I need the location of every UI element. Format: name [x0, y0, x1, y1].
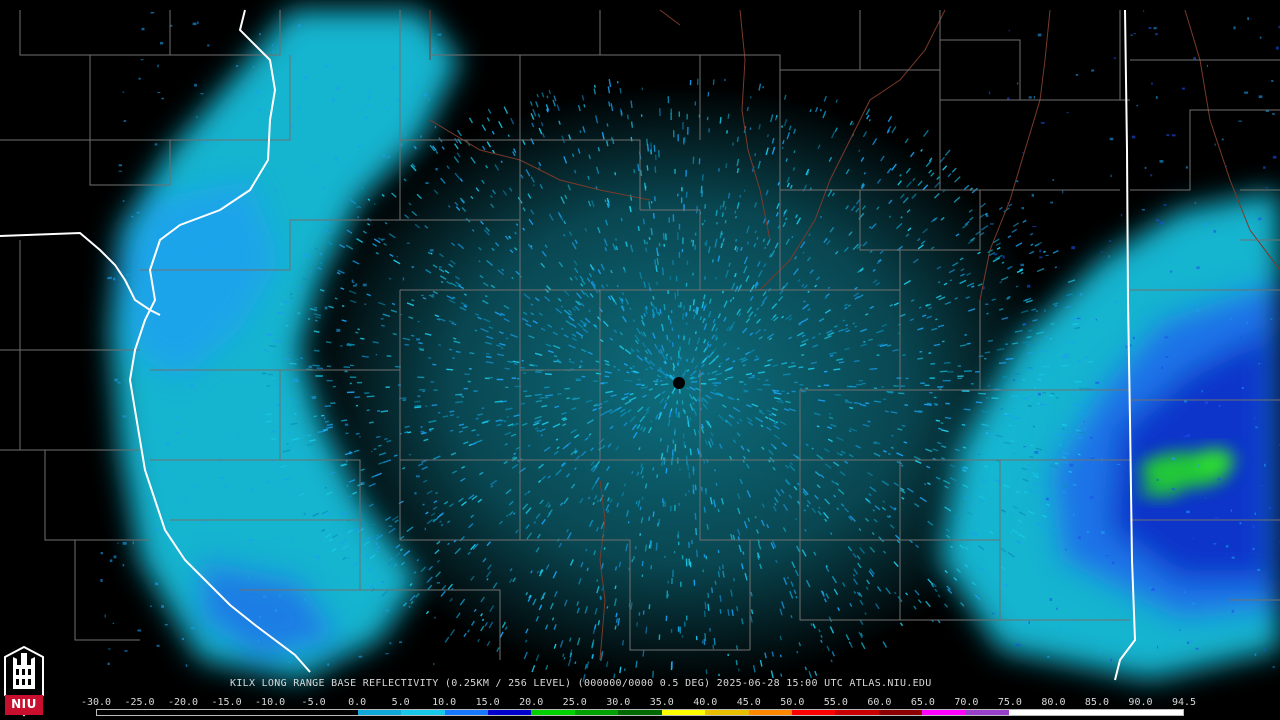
color-scale-bar	[96, 709, 1184, 716]
scale-label: 10.0	[432, 697, 457, 708]
radar-map: NIU KILX LONG RANGE BASE REFLECTIVITY (0…	[0, 0, 1280, 720]
scale-label: 94.5	[1171, 697, 1197, 708]
color-scale-labels: -30.0 -25.0 -20.0 -15.0 -10.0 -5.0 0.0 5.0 10.0 1…	[81, 697, 1196, 708]
scale-color-cell	[922, 710, 966, 715]
scale-color-cell	[531, 710, 575, 715]
scale-color-cell	[183, 710, 228, 715]
scale-color-cell	[835, 710, 879, 715]
scale-label: -5.0	[301, 697, 326, 708]
scale-label: 20.0	[519, 697, 544, 708]
scale-color-cell	[357, 710, 402, 715]
scale-label: -30.0	[80, 697, 112, 708]
scale-color-cell	[1139, 710, 1183, 715]
scale-label: -25.0	[124, 697, 155, 708]
scale-color-cell	[1096, 710, 1140, 715]
scale-color-cell	[574, 710, 619, 715]
scale-label: 60.0	[867, 697, 892, 708]
scale-color-cell	[661, 710, 706, 715]
scale-color-cell	[1052, 710, 1097, 715]
scale-color-cell	[314, 710, 358, 715]
radar-site-marker	[673, 377, 685, 389]
scale-label: 25.0	[562, 697, 587, 708]
scale-color-cell	[97, 710, 141, 715]
scale-color-cell	[487, 710, 532, 715]
scale-label: 40.0	[693, 697, 718, 708]
scale-label: 80.0	[1041, 697, 1066, 708]
scale-label: 45.0	[736, 697, 761, 708]
scale-color-cell	[1009, 710, 1053, 715]
scale-color-cell	[227, 710, 271, 715]
scale-label: -20.0	[167, 697, 199, 708]
scale-label: 30.0	[606, 697, 631, 708]
scale-label: 55.0	[823, 697, 848, 708]
scale-label: 35.0	[649, 697, 674, 708]
scale-label: 75.0	[997, 697, 1022, 708]
radar-map-canvas	[0, 9, 1280, 685]
scale-label: 50.0	[780, 697, 805, 708]
scale-color-cell	[792, 710, 836, 715]
niu-logo-text: NIU	[11, 697, 37, 711]
scale-color-cell	[748, 710, 792, 715]
scale-label: 65.0	[910, 697, 935, 708]
scale-label: 0.0	[348, 697, 367, 708]
scale-color-cell	[965, 710, 1010, 715]
scale-color-cell	[878, 710, 923, 715]
scale-label: 90.0	[1128, 697, 1153, 708]
scale-label: 5.0	[391, 697, 410, 708]
scale-label: 15.0	[475, 697, 500, 708]
scale-color-cell	[140, 710, 184, 715]
scale-color-cell	[270, 710, 315, 715]
scale-color-cell	[401, 710, 445, 715]
scale-label: -15.0	[211, 697, 242, 708]
scale-color-cell	[444, 710, 488, 715]
scale-label: 70.0	[954, 697, 979, 708]
product-caption: KILX LONG RANGE BASE REFLECTIVITY (0.25K…	[230, 678, 932, 689]
scale-color-cell	[705, 710, 749, 715]
scale-label: 85.0	[1084, 697, 1109, 708]
scale-label: -10.0	[255, 697, 286, 708]
scale-color-cell	[618, 710, 662, 715]
